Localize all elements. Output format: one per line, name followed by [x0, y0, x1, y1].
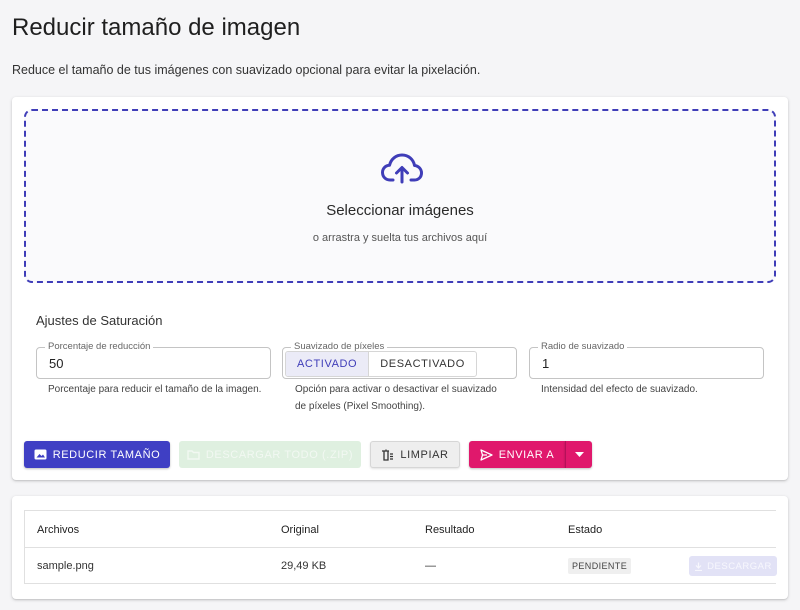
smoothing-radius-input[interactable]: 1 [542, 356, 549, 371]
reduction-percentage-input[interactable]: 50 [49, 356, 63, 371]
clear-label: LIMPIAR [400, 448, 449, 461]
reduce-size-button[interactable]: REDUCIR TAMAÑO [24, 441, 170, 468]
table-divider [25, 547, 776, 548]
page-description: Reduce el tamaño de tus imágenes con sua… [12, 63, 481, 77]
download-all-zip-button[interactable]: DESCARGAR TODO (.ZIP) [179, 441, 361, 468]
files-table: Archivos Original Resultado Estado sampl… [24, 510, 777, 584]
reduction-percentage-label: Porcentaje de reducción [45, 341, 154, 353]
download-icon [695, 562, 703, 571]
smoothing-radius-label: Radio de suavizado [538, 341, 628, 353]
reduce-size-label: REDUCIR TAMAÑO [52, 448, 161, 461]
pixel-smoothing-helper-line1: Opción para activar o desactivar el suav… [295, 384, 497, 395]
download-file-label: DESCARGAR [707, 560, 772, 572]
smoothing-on-toggle[interactable]: ACTIVADO [286, 352, 370, 376]
folder-icon [187, 450, 200, 460]
download-all-zip-label: DESCARGAR TODO (.ZIP) [205, 448, 354, 461]
send-to-label: ENVIAR A [498, 448, 555, 461]
reduce-settings-card: Seleccionar imágenes o arrastra y suelta… [12, 97, 788, 480]
clear-all-icon [382, 448, 394, 461]
settings-section-label: Ajustes de Saturación [36, 313, 163, 328]
smoothing-off-toggle[interactable]: DESACTIVADO [369, 352, 476, 376]
dropzone-subtitle: o arrastra y suelta tus archivos aquí [312, 232, 488, 244]
send-icon [480, 448, 493, 461]
column-header-original: Original [281, 524, 319, 536]
image-icon [34, 449, 47, 460]
column-header-result: Resultado [425, 524, 475, 536]
file-name-cell: sample.png [37, 560, 94, 572]
send-to-button[interactable]: ENVIAR A [469, 441, 565, 468]
result-size-cell: — [425, 560, 436, 572]
dropzone-title: Seleccionar imágenes [326, 202, 474, 219]
pixel-smoothing-helper-line2: de píxeles (Pixel Smoothing). [295, 401, 426, 412]
send-to-dropdown-button[interactable] [565, 441, 592, 468]
clear-button[interactable]: LIMPIAR [370, 441, 460, 468]
cloud-upload-icon [381, 153, 423, 184]
reduction-percentage-helper: Porcentaje para reducir el tamaño de la … [48, 384, 262, 395]
column-header-files: Archivos [37, 524, 80, 536]
pixel-smoothing-toggle-group: ACTIVADO DESACTIVADO [285, 351, 477, 377]
page-title: Reducir tamaño de imagen [12, 14, 301, 41]
files-card: Archivos Original Resultado Estado sampl… [12, 496, 788, 599]
caret-down-icon [574, 452, 584, 457]
reduction-percentage-field[interactable]: Porcentaje de reducción 50 [36, 341, 271, 379]
smoothing-radius-field[interactable]: Radio de suavizado 1 [529, 341, 764, 379]
smoothing-radius-helper: Intensidad del efecto de suavizado. [541, 384, 698, 395]
column-header-status: Estado [568, 524, 603, 536]
download-file-button[interactable]: DESCARGAR [689, 556, 777, 576]
status-badge: PENDIENTE [568, 558, 632, 574]
file-dropzone[interactable]: Seleccionar imágenes o arrastra y suelta… [24, 109, 776, 283]
original-size-cell: 29,49 KB [281, 560, 327, 572]
pixel-smoothing-field: Suavizado de píxeles ACTIVADO DESACTIVAD… [282, 341, 517, 379]
